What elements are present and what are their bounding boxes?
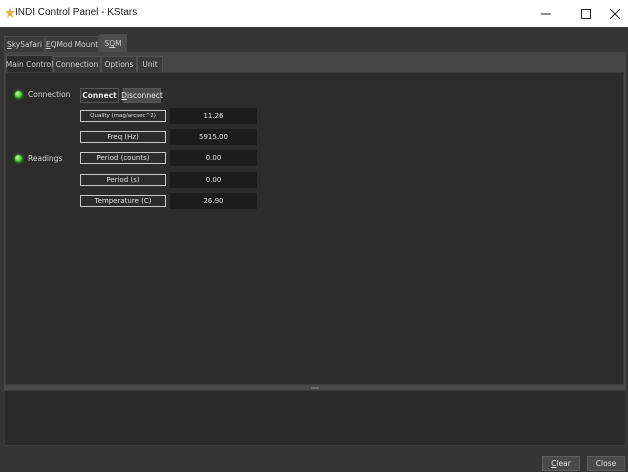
connection-label: Connection	[28, 90, 71, 99]
quality-value: 11.26	[170, 108, 257, 124]
freq-value: 5915.00	[170, 129, 257, 145]
minimize-button[interactable]	[530, 0, 562, 27]
kstars-app-icon	[5, 7, 15, 18]
connection-status-light-icon	[15, 91, 22, 98]
window-title: INDI Control Panel - KStars	[15, 7, 138, 18]
freq-label: Freq (Hz)	[80, 131, 166, 143]
tab-sqm[interactable]: SQM	[99, 34, 127, 52]
period-counts-value: 0.00	[170, 150, 257, 166]
maximize-button[interactable]	[570, 0, 602, 27]
clear-button[interactable]: Clear	[542, 456, 580, 471]
close-icon	[610, 8, 620, 19]
tab-connection[interactable]: Conn e ction	[53, 56, 101, 72]
log-panel	[4, 390, 626, 446]
splitter-grip-icon	[311, 387, 319, 389]
period-seconds-label: Period (s)	[80, 174, 166, 186]
readings-status-light-icon	[15, 155, 22, 162]
temperature-label: Temperature (C)	[80, 195, 166, 207]
connect-button[interactable]: Connect	[80, 88, 119, 103]
temperature-value: 26.90	[170, 193, 257, 209]
close-window-button[interactable]	[599, 0, 628, 27]
period-seconds-value: 0.00	[170, 172, 257, 188]
quality-label: Quality (mag/arcsec^2)	[80, 110, 166, 122]
title-bar: INDI Control Panel - KStars	[0, 0, 628, 27]
tab-eqmod-mount[interactable]: E QMod Mount	[45, 36, 99, 52]
tab-options[interactable]: Options	[101, 56, 137, 72]
tab-main-control[interactable]: Main Control	[6, 55, 53, 72]
close-button[interactable]: Close	[587, 456, 625, 471]
tab-skysafari[interactable]: SkySafari	[4, 36, 45, 52]
disconnect-button[interactable]: Disconnect	[121, 88, 163, 103]
period-counts-label: Period (counts)	[80, 152, 166, 164]
tab-unit[interactable]: Unit	[137, 56, 163, 72]
readings-label: Readings	[28, 154, 63, 163]
minimize-icon	[541, 13, 551, 14]
maximize-icon	[581, 8, 591, 19]
